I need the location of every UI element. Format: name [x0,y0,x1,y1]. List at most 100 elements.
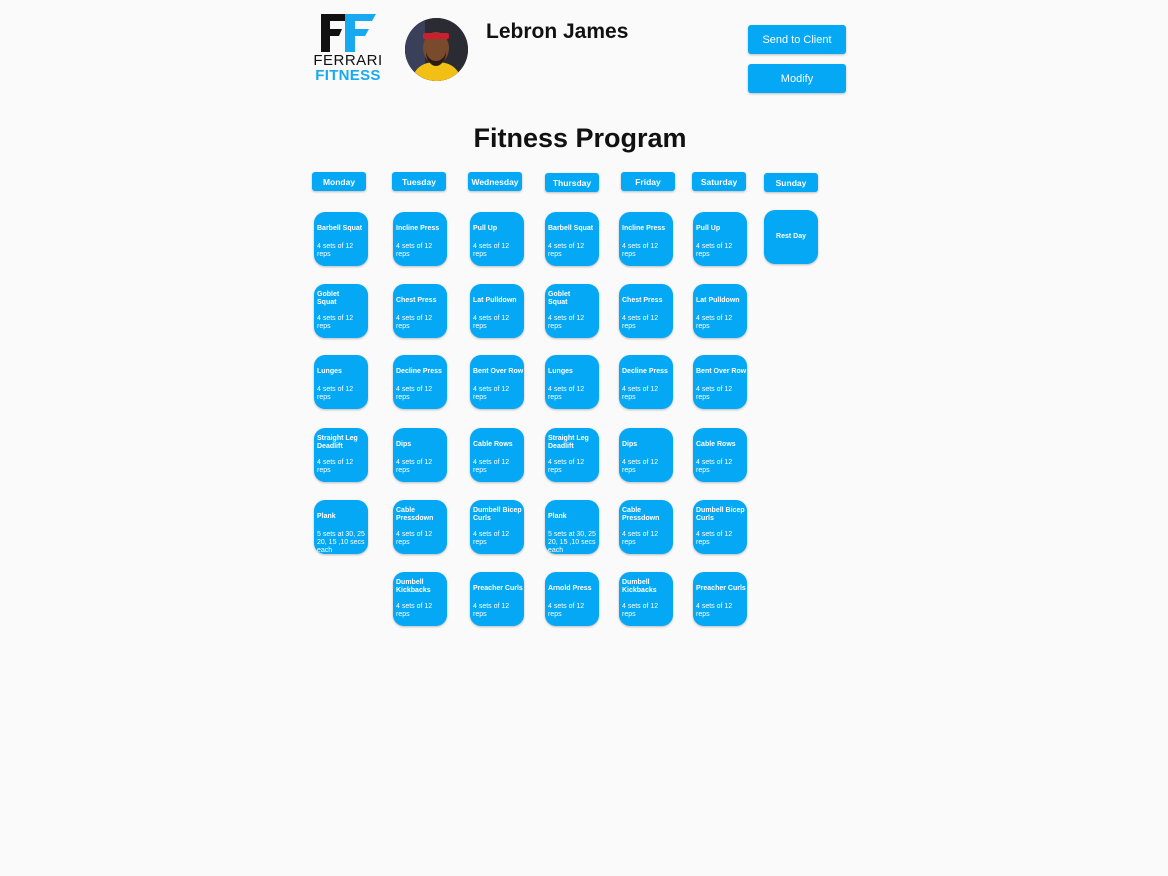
exercise-sets: 4 sets of 12 reps [548,386,585,401]
exercise-card[interactable]: Cable Pressdown 4 sets of 12 reps [393,500,447,554]
exercise-card[interactable]: Pull Up 4 sets of 12 reps [693,212,747,266]
exercise-sets: 4 sets of 12 reps [317,315,354,330]
exercise-sets: 4 sets of 12 reps [396,386,433,401]
exercise-card[interactable]: Bent Over Row 4 sets of 12 reps [470,355,524,409]
exercise-sets: 5 sets at 30, 25 20, 15 ,10 secs each [548,531,596,554]
day-header-monday[interactable]: Monday [312,172,366,191]
exercise-card[interactable]: Barbell Squat 4 sets of 12 reps [545,212,599,266]
exercise-sets: 4 sets of 12 reps [473,386,510,401]
day-header-tuesday[interactable]: Tuesday [392,172,446,191]
exercise-card[interactable]: Decline Press 4 sets of 12 reps [393,355,447,409]
day-header-friday[interactable]: Friday [621,172,675,191]
exercise-name: Straight Leg Deadlift [548,435,589,450]
client-avatar [405,18,468,81]
exercise-card[interactable]: Cable Rows 4 sets of 12 reps [693,428,747,482]
exercise-card[interactable]: Goblet Squat 4 sets of 12 reps [545,284,599,338]
exercise-name: Preacher Curls [473,585,523,592]
exercise-card[interactable]: Straight Leg Deadlift 4 sets of 12 reps [545,428,599,482]
exercise-name: Cable Pressdown [622,507,660,522]
exercise-sets: 4 sets of 12 reps [622,531,659,546]
day-header-wednesday[interactable]: Wednesday [468,172,522,191]
ferrari-fitness-logo: FERRARI FITNESS [312,12,384,84]
exercise-sets: 4 sets of 12 reps [548,603,585,618]
exercise-card[interactable]: Lunges 4 sets of 12 reps [545,355,599,409]
exercise-card[interactable]: Chest Press 4 sets of 12 reps [619,284,673,338]
exercise-name: Incline Press [622,225,666,232]
exercise-card[interactable]: Lunges 4 sets of 12 reps [314,355,368,409]
exercise-sets: 4 sets of 12 reps [696,315,733,330]
exercise-card[interactable]: Incline Press 4 sets of 12 reps [619,212,673,266]
exercise-sets: 4 sets of 12 reps [622,603,659,618]
exercise-card[interactable]: Chest Press 4 sets of 12 reps [393,284,447,338]
exercise-name: Cable Rows [696,441,736,448]
exercise-sets: 4 sets of 12 reps [696,386,733,401]
exercise-sets: 4 sets of 12 reps [548,459,585,474]
exercise-sets: 4 sets of 12 reps [473,459,510,474]
exercise-sets: 4 sets of 12 reps [622,315,659,330]
exercise-sets: 4 sets of 12 reps [473,315,510,330]
exercise-sets: 5 sets at 30, 25 20, 15 ,10 secs each [317,531,365,554]
exercise-name: Pull Up [473,225,498,232]
exercise-name: Chest Press [622,297,663,304]
exercise-card[interactable]: Dumbell Bicep Curls 4 sets of 12 reps [470,500,524,554]
exercise-card[interactable]: Preacher Curls 4 sets of 12 reps [470,572,524,626]
exercise-sets: 4 sets of 12 reps [548,243,585,258]
exercise-name: Barbell Squat [548,225,594,232]
exercise-name: Dumbell Bicep Curls [473,507,522,522]
exercise-card[interactable]: Dumbell Kickbacks 4 sets of 12 reps [619,572,673,626]
exercise-name: Pull Up [696,225,721,232]
exercise-card[interactable]: Dumbell Bicep Curls 4 sets of 12 reps [693,500,747,554]
exercise-name: Bent Over Row [473,368,524,375]
exercise-card[interactable]: Straight Leg Deadlift 4 sets of 12 reps [314,428,368,482]
exercise-card[interactable]: Cable Rows 4 sets of 12 reps [470,428,524,482]
exercise-card[interactable]: Incline Press 4 sets of 12 reps [393,212,447,266]
day-header-sunday[interactable]: Sunday [764,173,818,192]
exercise-name: Dips [396,441,412,448]
exercise-sets: 4 sets of 12 reps [696,603,733,618]
exercise-card[interactable]: Lat Pulldown 4 sets of 12 reps [693,284,747,338]
exercise-sets: 4 sets of 12 reps [396,459,433,474]
exercise-name: Decline Press [396,368,442,375]
exercise-card[interactable]: Plank 5 sets at 30, 25 20, 15 ,10 secs ea… [314,500,368,554]
exercise-sets: 4 sets of 12 reps [696,459,733,474]
exercise-name: Dumbell Kickbacks [396,579,431,594]
exercise-name: Preacher Curls [696,585,746,592]
exercise-card[interactable]: Goblet Squat 4 sets of 12 reps [314,284,368,338]
exercise-sets: 4 sets of 12 reps [317,386,354,401]
exercise-sets: 4 sets of 12 reps [622,243,659,258]
day-header-saturday[interactable]: Saturday [692,172,746,191]
exercise-name: Goblet Squat [548,291,571,306]
exercise-name: Bent Over Row [696,368,747,375]
exercise-card[interactable]: Pull Up 4 sets of 12 reps [470,212,524,266]
exercise-name: Lat Pulldown [696,297,740,304]
exercise-card[interactable]: Preacher Curls 4 sets of 12 reps [693,572,747,626]
exercise-name: Lunges [548,368,573,375]
exercise-card[interactable]: Cable Pressdown 4 sets of 12 reps [619,500,673,554]
exercise-card[interactable]: Dips 4 sets of 12 reps [619,428,673,482]
exercise-name: Chest Press [396,297,437,304]
exercise-card[interactable]: Decline Press 4 sets of 12 reps [619,355,673,409]
exercise-card[interactable]: Bent Over Row 4 sets of 12 reps [693,355,747,409]
exercise-card[interactable]: Lat Pulldown 4 sets of 12 reps [470,284,524,338]
exercise-name: Dumbell Kickbacks [622,579,657,594]
page-title: Fitness Program [473,123,687,153]
send-to-client-button[interactable]: Send to Client [748,25,846,54]
exercise-sets: 4 sets of 12 reps [396,531,433,546]
exercise-sets: 4 sets of 12 reps [396,315,433,330]
exercise-card[interactable]: Plank 5 sets at 30, 25 20, 15 ,10 secs ea… [545,500,599,554]
rest-day-card[interactable]: Rest Day [764,210,818,264]
exercise-name: Straight Leg Deadlift [317,435,358,450]
exercise-sets: 4 sets of 12 reps [622,459,659,474]
exercise-name: Cable Pressdown [396,507,434,522]
exercise-sets: 4 sets of 12 reps [548,315,585,330]
exercise-name: Plank [317,513,336,520]
exercise-name: Lat Pulldown [473,297,517,304]
exercise-name: Plank [548,513,567,520]
exercise-card[interactable]: Dips 4 sets of 12 reps [393,428,447,482]
ff-logo-mark-icon [321,14,376,52]
exercise-card[interactable]: Barbell Squat 4 sets of 12 reps [314,212,368,266]
exercise-card[interactable]: Dumbell Kickbacks 4 sets of 12 reps [393,572,447,626]
exercise-card[interactable]: Arnold Press 4 sets of 12 reps [545,572,599,626]
day-header-thursday[interactable]: Thursday [545,173,599,192]
modify-button[interactable]: Modify [748,64,846,93]
